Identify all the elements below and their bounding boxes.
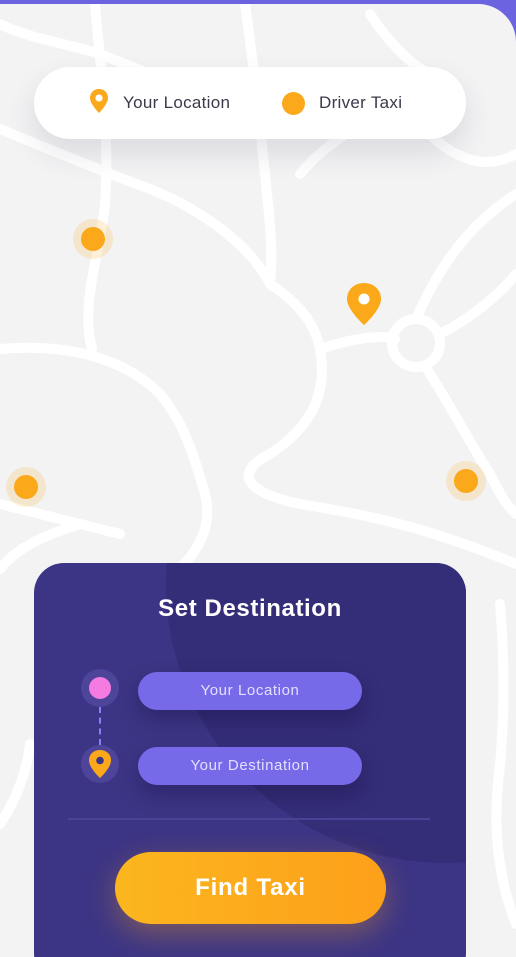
app-screen: Your Location Driver Taxi Set Destinatio… — [0, 4, 516, 957]
driver-taxi-marker[interactable] — [6, 467, 46, 507]
legend-item-location: Your Location — [89, 67, 230, 139]
origin-dot-icon — [81, 669, 119, 707]
legend-taxi-label: Driver Taxi — [319, 93, 403, 112]
legend-item-driver-taxi: Driver Taxi — [282, 67, 402, 139]
panel-title: Set Destination — [158, 595, 342, 622]
location-pin-icon[interactable] — [346, 282, 382, 331]
destination-pin-icon — [81, 745, 119, 783]
destination-input[interactable]: Your Destination — [138, 747, 362, 785]
location-input[interactable]: Your Location — [138, 672, 362, 710]
legend-location-label: Your Location — [123, 93, 231, 112]
set-destination-panel: Set Destination Your Location Your Desti… — [34, 563, 466, 957]
map-legend: Your Location Driver Taxi — [34, 67, 466, 139]
taxi-dot-icon — [282, 91, 305, 115]
find-taxi-button[interactable]: Find Taxi — [115, 852, 386, 924]
driver-taxi-marker[interactable] — [73, 219, 113, 259]
divider — [68, 818, 430, 820]
driver-taxi-marker[interactable] — [446, 461, 486, 501]
location-pin-icon — [89, 88, 109, 119]
route-dashed-line — [99, 707, 101, 745]
